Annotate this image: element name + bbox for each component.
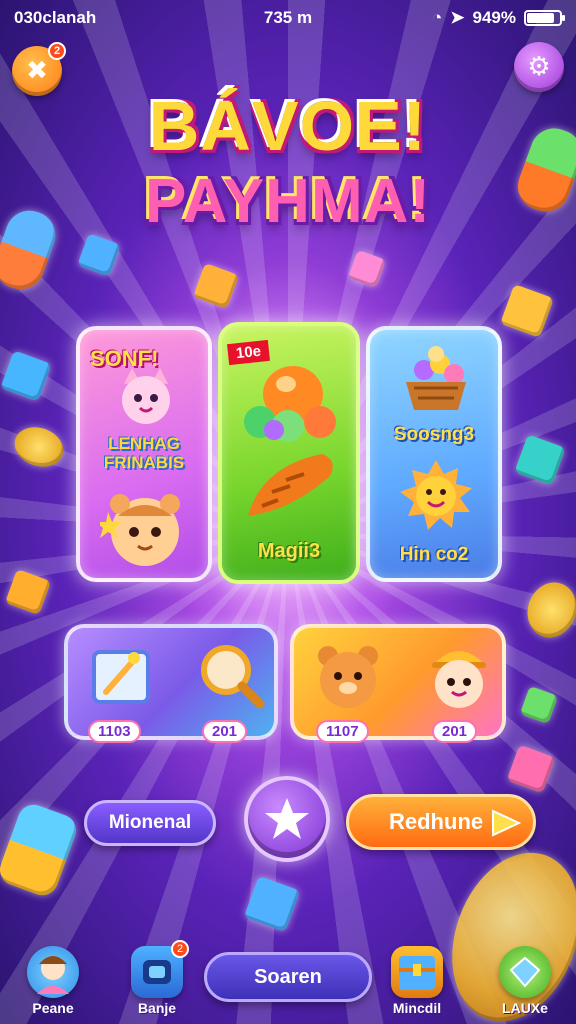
nav-item-4-label: Mincdil xyxy=(392,1000,442,1016)
nav-item-5-label: LAUXe xyxy=(502,1000,548,1016)
treasure-chest-icon xyxy=(391,946,443,998)
spellbook-icon xyxy=(92,650,150,704)
reward-panel-left[interactable]: 1103 201 xyxy=(64,624,278,743)
search-button[interactable]: Soaren xyxy=(204,952,372,1002)
nav-item-2-badge: 2 xyxy=(171,940,189,958)
reward-right-count-2: 201 xyxy=(432,720,478,743)
floating-gem xyxy=(4,568,52,616)
battery-percent: 949% xyxy=(472,8,516,27)
floating-gem xyxy=(519,685,559,725)
candy-bundle-icon xyxy=(244,366,336,442)
reward-panel-right[interactable]: 1107 201 xyxy=(290,624,506,743)
nav-item-4[interactable]: Mincdil xyxy=(382,946,452,1016)
floating-gem xyxy=(77,233,121,277)
star-icon xyxy=(265,798,309,839)
sun-character-icon xyxy=(400,460,472,530)
puzzle-close-icon: ✖ xyxy=(26,56,48,86)
nav-item-2[interactable]: 2 Banje xyxy=(122,940,192,1016)
reward-left-count-2: 201 xyxy=(202,720,248,743)
left-action-button[interactable]: Mionenal xyxy=(84,800,216,846)
location-icon: ➤ xyxy=(450,8,465,27)
card-pink-middle-text: LENHAG FRINABIS xyxy=(103,434,185,472)
reward-right-count-1: 1107 xyxy=(316,720,369,743)
floating-coin xyxy=(9,420,69,474)
battery-icon xyxy=(524,10,565,26)
nav-item-1[interactable]: Peane xyxy=(18,946,88,1016)
explorer-character-icon xyxy=(432,651,486,708)
floating-gem xyxy=(506,744,556,794)
camera-badge-icon: 2 xyxy=(131,940,189,998)
card-green-bottom-text: Magii3 xyxy=(257,540,321,562)
alarm-icon: ◔ xyxy=(431,8,443,27)
game-title-line1: BÁVOE! xyxy=(148,87,428,165)
left-action-label: Mionenal xyxy=(108,812,192,833)
floating-gem xyxy=(500,284,554,338)
search-label: Soaren xyxy=(254,965,322,988)
cupcake-icon xyxy=(406,346,466,410)
bear-character-icon xyxy=(318,646,378,708)
magnifier-icon xyxy=(201,645,265,709)
floating-coin xyxy=(519,575,576,645)
floating-gem xyxy=(0,350,52,402)
play-arrow-icon xyxy=(492,809,521,837)
status-bar: 030clanah 735 m ◔ ➤ 949% xyxy=(0,0,576,36)
reward-left-count-1: 1103 xyxy=(88,720,141,743)
right-action-button[interactable]: Redhune xyxy=(346,794,536,850)
settings-button[interactable]: ⚙ xyxy=(514,42,564,92)
kitten-character-icon xyxy=(122,368,170,424)
status-right: ◔ ➤ 949% xyxy=(431,8,565,28)
card-blue-middle-text: Soosng3 xyxy=(393,424,475,445)
floating-gem xyxy=(243,875,301,933)
mode-card-pink[interactable]: SONF! LENHAG FRINABIS xyxy=(76,326,212,582)
mode-card-green[interactable]: 10e Magii3 xyxy=(218,322,360,584)
mode-card-blue[interactable]: Soosng3 Hin co2 xyxy=(366,326,502,582)
close-badge: 2 xyxy=(48,42,66,60)
card-blue-bottom-text: Hin co2 xyxy=(399,544,469,565)
gear-icon: ⚙ xyxy=(527,52,551,82)
gem-icon xyxy=(499,946,551,998)
star-button[interactable] xyxy=(244,776,330,862)
game-title-line2: PAYHMA! xyxy=(144,167,432,236)
floating-gem xyxy=(0,800,81,900)
profile-avatar-icon xyxy=(27,946,79,998)
nav-item-2-label: Banje xyxy=(137,1000,177,1016)
nav-item-5[interactable]: LAUXe xyxy=(490,946,560,1016)
tiger-cub-character-icon xyxy=(100,494,180,566)
floating-gem xyxy=(514,434,566,486)
carrot-item-icon xyxy=(248,454,333,516)
nav-item-1-label: Peane xyxy=(32,1000,74,1016)
right-action-label: Redhune xyxy=(389,809,484,834)
